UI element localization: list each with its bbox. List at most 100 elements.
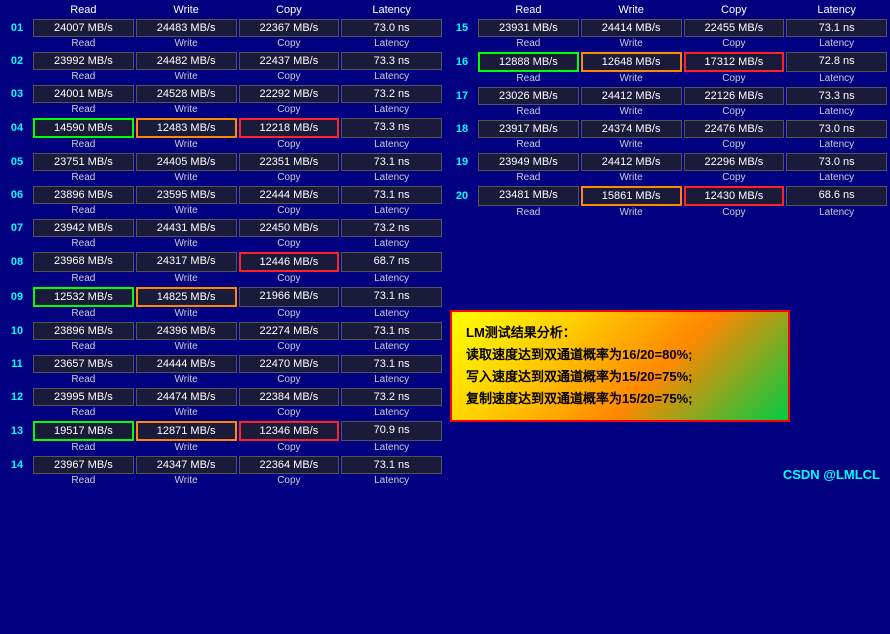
column-label: Write [580, 73, 683, 84]
read-value: 23942 MB/s [33, 219, 134, 237]
row-number: 12 [2, 387, 32, 407]
column-label: Latency [785, 38, 888, 49]
table-row: 0723942 MB/s24431 MB/s22450 MB/s73.2 nsR… [2, 218, 443, 249]
row-number: 14 [2, 455, 32, 475]
copy-value: 22292 MB/s [239, 85, 340, 103]
read-value: 23657 MB/s [33, 355, 134, 373]
latency-value: 73.3 ns [341, 52, 442, 70]
read-value: 24007 MB/s [33, 19, 134, 37]
row-number: 18 [447, 119, 477, 139]
column-label: Copy [238, 172, 341, 183]
column-label: Write [135, 475, 238, 486]
row-number: 11 [2, 354, 32, 374]
column-label: Latency [340, 172, 443, 183]
column-label: Read [32, 104, 135, 115]
analysis-box: LM测试结果分析： 读取速度达到双通道概率为16/20=80%; 写入速度达到双… [450, 310, 790, 422]
table-row: 2023481 MB/s15861 MB/s12430 MB/s68.6 nsR… [447, 185, 888, 218]
right-rows-container: 1523931 MB/s24414 MB/s22455 MB/s73.1 nsR… [447, 18, 888, 218]
column-label: Read [32, 308, 135, 319]
column-label: Write [580, 106, 683, 117]
read-value: 23026 MB/s [478, 87, 579, 105]
left-rows-container: 0124007 MB/s24483 MB/s22367 MB/s73.0 nsR… [2, 18, 443, 486]
column-label: Latency [785, 73, 888, 84]
column-label: Write [580, 38, 683, 49]
left-header-write: Write [135, 4, 238, 16]
column-label: Copy [683, 172, 786, 183]
column-label: Write [135, 38, 238, 49]
table-row: 1523931 MB/s24414 MB/s22455 MB/s73.1 nsR… [447, 18, 888, 49]
left-header-copy: Copy [238, 4, 341, 16]
left-panel: Read Write Copy Latency 0124007 MB/s2448… [0, 0, 445, 490]
analysis-line1: 读取速度达到双通道概率为16/20=80%; [466, 344, 774, 366]
row-number: 15 [447, 18, 477, 38]
column-label: Copy [683, 73, 786, 84]
column-label: Latency [785, 106, 888, 117]
row-number: 01 [2, 18, 32, 38]
column-label: Latency [340, 139, 443, 150]
write-value: 24474 MB/s [136, 388, 237, 406]
read-value: 23751 MB/s [33, 153, 134, 171]
latency-value: 73.0 ns [786, 120, 887, 138]
write-value: 24444 MB/s [136, 355, 237, 373]
read-value: 23896 MB/s [33, 186, 134, 204]
column-label: Copy [238, 475, 341, 486]
table-row: 0523751 MB/s24405 MB/s22351 MB/s73.1 nsR… [2, 152, 443, 183]
read-value: 12532 MB/s [33, 287, 134, 307]
column-label: Copy [238, 341, 341, 352]
column-label: Copy [238, 139, 341, 150]
column-label: Write [135, 308, 238, 319]
write-value: 12483 MB/s [136, 118, 237, 138]
table-row: 1823917 MB/s24374 MB/s22476 MB/s73.0 nsR… [447, 119, 888, 150]
write-value: 24347 MB/s [136, 456, 237, 474]
right-header-write: Write [580, 4, 683, 16]
copy-value: 22384 MB/s [239, 388, 340, 406]
write-value: 24396 MB/s [136, 322, 237, 340]
right-header-read: Read [477, 4, 580, 16]
copy-value: 22351 MB/s [239, 153, 340, 171]
column-label: Copy [238, 308, 341, 319]
right-header-latency: Latency [785, 4, 888, 16]
latency-value: 73.1 ns [341, 322, 442, 340]
latency-value: 73.2 ns [341, 219, 442, 237]
table-row: 1423967 MB/s24347 MB/s22364 MB/s73.1 nsR… [2, 455, 443, 486]
latency-value: 73.2 ns [341, 388, 442, 406]
analysis-line2: 写入速度达到双通道概率为15/20=75%; [466, 366, 774, 388]
column-label: Read [32, 407, 135, 418]
copy-value: 12446 MB/s [239, 252, 340, 272]
row-number: 09 [2, 286, 32, 308]
copy-value: 22455 MB/s [684, 19, 785, 37]
row-number: 13 [2, 420, 32, 442]
latency-value: 73.3 ns [341, 118, 442, 138]
column-label: Latency [340, 407, 443, 418]
read-value: 23968 MB/s [33, 252, 134, 272]
row-number: 19 [447, 152, 477, 172]
latency-value: 68.6 ns [786, 186, 887, 206]
write-value: 24528 MB/s [136, 85, 237, 103]
copy-value: 22476 MB/s [684, 120, 785, 138]
table-row: 0124007 MB/s24483 MB/s22367 MB/s73.0 nsR… [2, 18, 443, 49]
table-row: 1223995 MB/s24474 MB/s22384 MB/s73.2 nsR… [2, 387, 443, 418]
column-label: Write [580, 172, 683, 183]
column-label: Write [580, 139, 683, 150]
table-row: 1612888 MB/s12648 MB/s17312 MB/s72.8 nsR… [447, 51, 888, 84]
row-number: 04 [2, 117, 32, 139]
copy-value: 17312 MB/s [684, 52, 785, 72]
copy-value: 22450 MB/s [239, 219, 340, 237]
read-value: 14590 MB/s [33, 118, 134, 138]
column-label: Copy [683, 38, 786, 49]
right-header: Read Write Copy Latency [447, 2, 888, 18]
read-value: 24001 MB/s [33, 85, 134, 103]
copy-value: 22364 MB/s [239, 456, 340, 474]
column-label: Read [32, 139, 135, 150]
column-label: Read [477, 172, 580, 183]
write-value: 15861 MB/s [581, 186, 682, 206]
column-label: Copy [238, 104, 341, 115]
column-label: Read [477, 207, 580, 218]
write-value: 24414 MB/s [581, 19, 682, 37]
column-label: Write [135, 205, 238, 216]
column-label: Write [135, 71, 238, 82]
row-number: 10 [2, 321, 32, 341]
left-header-read: Read [32, 4, 135, 16]
read-value: 23949 MB/s [478, 153, 579, 171]
column-label: Latency [340, 104, 443, 115]
